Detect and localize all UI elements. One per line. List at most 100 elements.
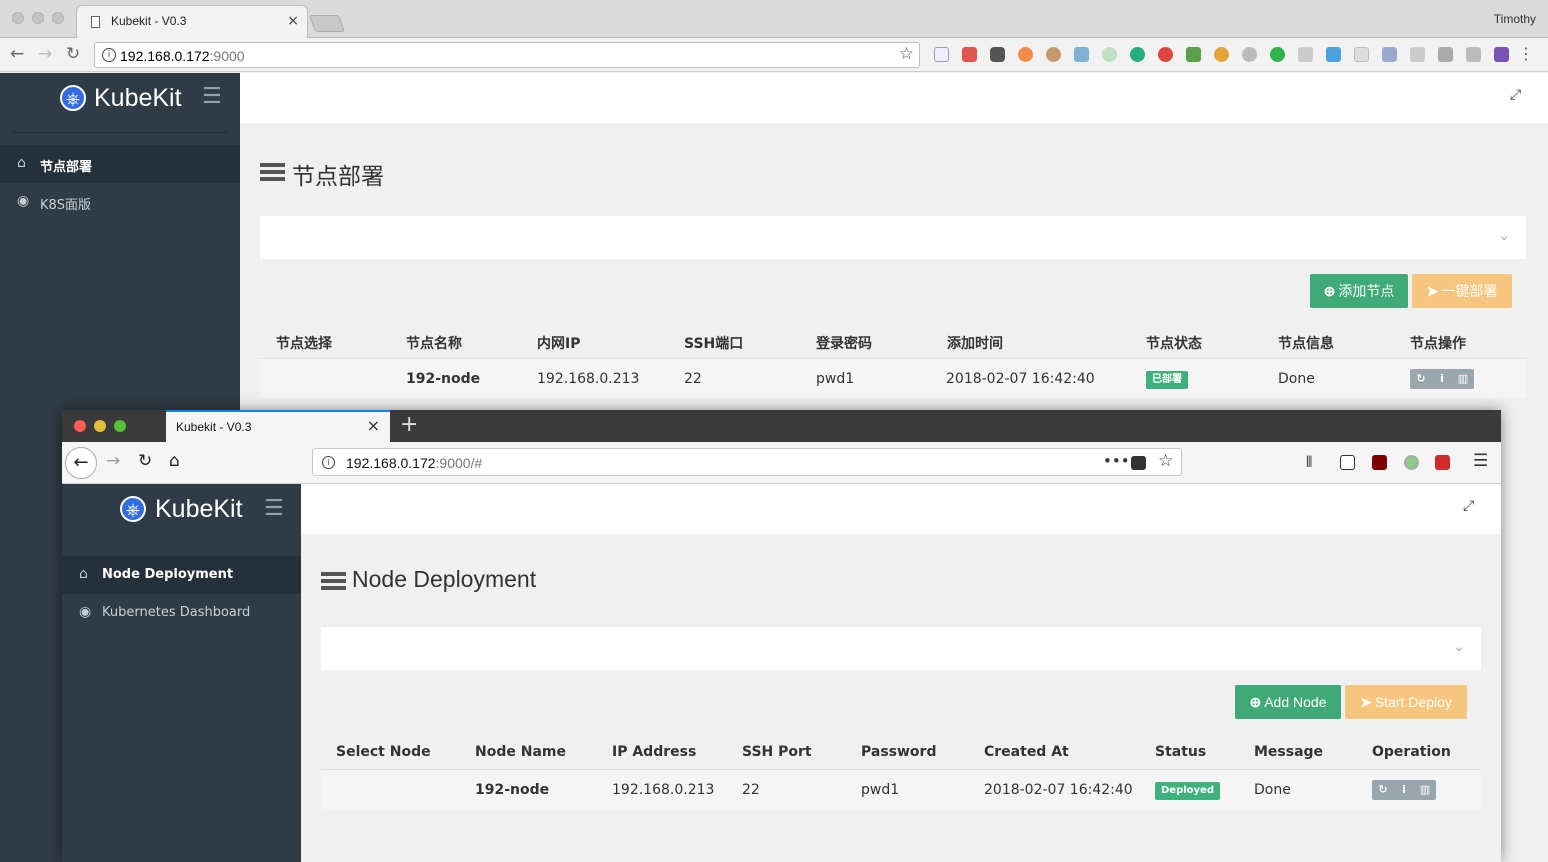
chrome-menu-icon[interactable]: ⋮ <box>1518 44 1534 63</box>
add-node-button[interactable]: ⊕ Add Node <box>1235 685 1341 719</box>
bookmark-star-icon[interactable]: ☆ <box>899 44 914 64</box>
info-icon[interactable]: i <box>1396 782 1412 798</box>
column-header[interactable]: Created At <box>984 744 1069 760</box>
column-header[interactable]: Node Name <box>475 744 566 760</box>
column-header[interactable]: 节点名称 <box>406 333 462 353</box>
extension-chart-icon[interactable] <box>934 47 949 62</box>
column-header[interactable]: 内网IP <box>537 333 580 353</box>
chrome-tab[interactable]: Kubekit - V0.3 × <box>76 5 308 38</box>
trash-icon[interactable]: ▥ <box>1455 371 1471 387</box>
collapse-panel[interactable]: ⌄ <box>260 216 1526 259</box>
column-header[interactable]: SSH端口 <box>684 333 743 353</box>
chrome-toolbar: ← → ↻ i 192.168.0.172:9000 ☆ ⋮ <box>0 38 1548 72</box>
table-row[interactable]: 192-node 192.168.0.213 22 pwd1 2018-02-0… <box>260 358 1526 398</box>
ublock-icon[interactable] <box>1372 455 1387 470</box>
column-header[interactable]: Password <box>861 744 936 760</box>
chevron-down-icon[interactable]: ⌄ <box>1453 639 1465 655</box>
new-tab-button[interactable] <box>308 15 346 32</box>
page-actions-icon[interactable]: ••• <box>1103 452 1130 470</box>
extension-dots-icon[interactable] <box>1435 455 1450 470</box>
tab-close-button[interactable]: × <box>367 416 380 435</box>
reload-icon[interactable]: ↻ <box>66 44 80 64</box>
address-bar[interactable]: i 192.168.0.172:9000/# ••• ☆ <box>312 448 1182 476</box>
home-icon[interactable]: ⌂ <box>169 451 180 471</box>
vue-devtools-icon[interactable] <box>1382 47 1397 62</box>
column-header[interactable]: Operation <box>1372 744 1451 760</box>
sidebar-item-node-deploy[interactable]: ⌂ 节点部署 <box>0 145 240 183</box>
extension-red-icon[interactable] <box>1158 47 1173 62</box>
table-row[interactable]: 192-node 192.168.0.213 22 pwd1 2018-02-0… <box>321 769 1481 809</box>
grammarly-icon[interactable] <box>1270 47 1285 62</box>
firefox-window: Kubekit - V0.3 × + ← → ↻ ⌂ i 192.168.0.1… <box>62 410 1501 862</box>
start-deploy-button[interactable]: ➤ Start Deploy <box>1345 685 1467 719</box>
collapse-panel[interactable]: ⌄ <box>321 627 1481 670</box>
sidebar-item-node-deployment[interactable]: ⌂ Node Deployment <box>62 556 301 594</box>
column-header[interactable]: SSH Port <box>742 744 812 760</box>
info-icon[interactable]: i <box>322 456 335 469</box>
column-header[interactable]: Status <box>1155 744 1206 760</box>
extension-grid-icon[interactable] <box>1298 47 1313 62</box>
sidebar-item-kubernetes-dashboard[interactable]: ◉ Kubernetes Dashboard <box>62 594 301 632</box>
column-header[interactable]: Select Node <box>336 744 431 760</box>
refresh-icon[interactable]: ↻ <box>1375 782 1391 798</box>
add-node-button[interactable]: ⊕ 添加节点 <box>1310 274 1408 308</box>
column-header[interactable]: Message <box>1254 744 1323 760</box>
minimize-window-button[interactable] <box>32 12 44 24</box>
library-icon[interactable]: ⫴ <box>1306 453 1312 471</box>
extension-dots-icon[interactable] <box>962 47 977 62</box>
column-header[interactable]: 节点选择 <box>276 333 332 353</box>
extension-circle-icon[interactable] <box>1404 455 1419 470</box>
info-icon[interactable]: i <box>102 48 116 62</box>
address-bar[interactable]: i 192.168.0.172:9000 ☆ <box>94 42 920 68</box>
deploy-button[interactable]: ➤ 一键部署 <box>1412 274 1512 308</box>
chevron-down-icon[interactable]: ⌄ <box>1498 228 1510 244</box>
reload-icon[interactable]: ↻ <box>138 451 152 471</box>
close-window-button[interactable] <box>74 420 86 432</box>
close-window-button[interactable] <box>12 12 24 24</box>
new-tab-plus-icon[interactable]: + <box>400 412 418 437</box>
extension-cors-icon[interactable] <box>1186 47 1201 62</box>
column-header[interactable]: 节点状态 <box>1146 333 1202 353</box>
extension-v-icon[interactable] <box>1326 47 1341 62</box>
extension-drop-icon[interactable] <box>1242 47 1257 62</box>
extension-pie-icon[interactable] <box>1214 47 1229 62</box>
pocket-icon[interactable] <box>1131 456 1146 470</box>
column-header[interactable]: 登录密码 <box>816 333 872 353</box>
forward-arrow-icon[interactable]: → <box>38 44 52 64</box>
sidebar-toggle-icon[interactable] <box>1340 455 1355 470</box>
cookie-icon[interactable] <box>1046 47 1061 62</box>
profile-name[interactable]: Timothy <box>1494 12 1536 26</box>
extension-puzzle-icon[interactable] <box>1074 47 1089 62</box>
info-icon[interactable]: i <box>1434 371 1450 387</box>
refresh-icon[interactable]: ↻ <box>1413 371 1429 387</box>
extension-page-icon[interactable] <box>1354 47 1369 62</box>
extension-circle-icon[interactable] <box>1102 47 1117 62</box>
pocket-icon[interactable] <box>990 47 1005 62</box>
zoom-window-button[interactable] <box>52 12 64 24</box>
forward-arrow-icon[interactable]: → <box>106 451 120 471</box>
extension-tree-icon[interactable] <box>1410 47 1425 62</box>
hamburger-icon[interactable]: ☰ <box>264 496 284 521</box>
trash-icon[interactable]: ▥ <box>1417 782 1433 798</box>
fullscreen-icon[interactable]: ⤢ <box>1463 498 1474 514</box>
column-header[interactable]: 节点信息 <box>1278 333 1334 353</box>
tab-close-button[interactable]: × <box>287 13 299 29</box>
camera-icon[interactable] <box>1438 47 1453 62</box>
firefox-tab[interactable]: Kubekit - V0.3 × <box>166 410 390 442</box>
cast-icon[interactable] <box>1466 47 1481 62</box>
back-arrow-icon[interactable]: ← <box>65 447 97 479</box>
sidebar-item-k8s-dashboard[interactable]: ◉ K8S面版 <box>0 183 240 221</box>
hamburger-icon[interactable]: ☰ <box>202 84 222 109</box>
column-header[interactable]: IP Address <box>612 744 696 760</box>
extension-chat-icon[interactable] <box>1130 47 1145 62</box>
back-arrow-icon[interactable]: ← <box>10 44 24 64</box>
bootstrap-icon[interactable] <box>1494 47 1509 62</box>
bookmark-star-icon[interactable]: ☆ <box>1158 451 1173 471</box>
column-header[interactable]: 添加时间 <box>947 333 1003 353</box>
minimize-window-button[interactable] <box>94 420 106 432</box>
zoom-window-button[interactable] <box>114 420 126 432</box>
menu-icon[interactable]: ☰ <box>1473 451 1488 471</box>
column-header[interactable]: 节点操作 <box>1410 333 1466 353</box>
fullscreen-icon[interactable]: ⤢ <box>1510 87 1521 103</box>
extension-orange-icon[interactable] <box>1018 47 1033 62</box>
